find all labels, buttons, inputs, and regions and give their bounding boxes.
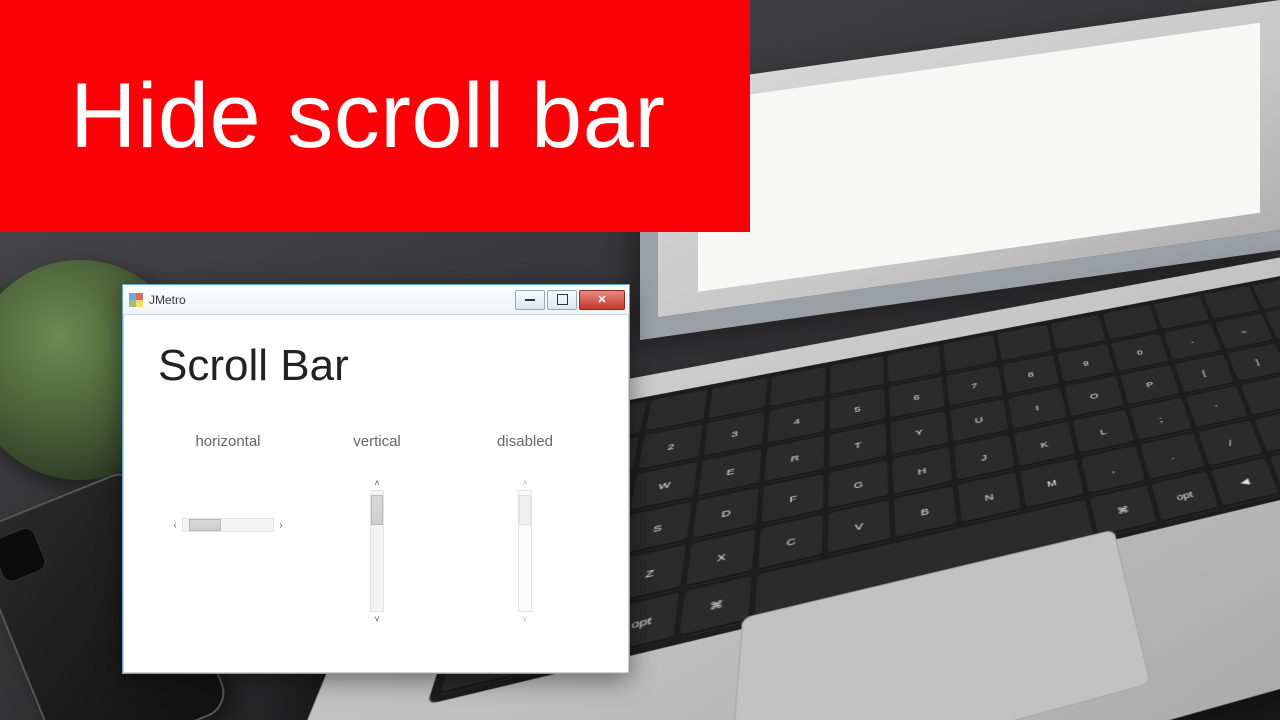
content-heading: Scroll Bar xyxy=(158,341,594,391)
jmetro-window: JMetro Scroll Bar horizontal ‹ › vertica xyxy=(122,284,630,674)
horizontal-thumb[interactable] xyxy=(189,519,221,531)
scroll-up-icon[interactable]: ˄ xyxy=(368,476,386,490)
scrollbar-columns: horizontal ‹ › vertical ˄ ˅ xyxy=(158,433,594,626)
vertical-track[interactable] xyxy=(370,490,384,612)
scroll-right-icon[interactable]: › xyxy=(274,516,288,534)
vertical-scrollbar[interactable]: ˄ ˅ xyxy=(368,476,386,626)
window-titlebar[interactable]: JMetro xyxy=(123,285,629,315)
label-disabled: disabled xyxy=(497,433,553,450)
maximize-button[interactable] xyxy=(547,290,577,310)
label-vertical: vertical xyxy=(353,433,401,450)
label-horizontal: horizontal xyxy=(195,433,260,450)
scroll-down-disabled-icon: ˅ xyxy=(516,612,534,626)
window-content: Scroll Bar horizontal ‹ › vertical ˄ xyxy=(123,315,629,673)
vertical-thumb[interactable] xyxy=(371,495,383,525)
disabled-thumb xyxy=(519,495,531,525)
title-banner: Hide scroll bar xyxy=(0,0,750,232)
close-button[interactable] xyxy=(579,290,625,310)
disabled-scrollbar: ˄ ˅ xyxy=(516,476,534,626)
column-vertical: vertical ˄ ˅ xyxy=(318,433,436,626)
window-title: JMetro xyxy=(149,293,186,307)
window-controls xyxy=(515,290,625,310)
horizontal-scrollbar[interactable]: ‹ › xyxy=(168,516,288,534)
column-horizontal: horizontal ‹ › xyxy=(168,433,288,626)
column-disabled: disabled ˄ ˅ xyxy=(466,433,584,626)
horizontal-track[interactable] xyxy=(182,518,274,532)
banner-title: Hide scroll bar xyxy=(70,64,665,169)
scroll-up-disabled-icon: ˄ xyxy=(516,476,534,490)
disabled-track xyxy=(518,490,532,612)
scroll-left-icon[interactable]: ‹ xyxy=(168,516,182,534)
minimize-button[interactable] xyxy=(515,290,545,310)
scroll-down-icon[interactable]: ˅ xyxy=(368,612,386,626)
app-icon xyxy=(129,293,143,307)
